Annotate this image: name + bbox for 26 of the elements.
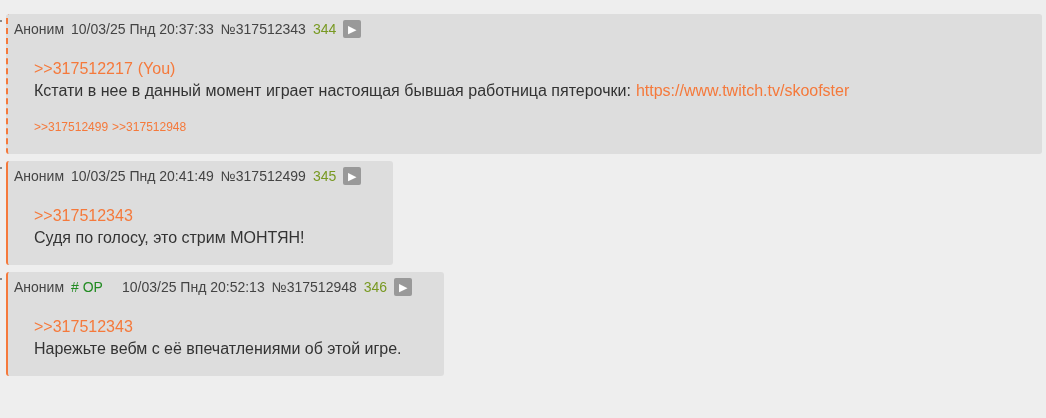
post-link[interactable]: https://www.twitch.tv/skoofster <box>635 80 850 102</box>
post-date: 10/03/25 Пнд 20:41:49 <box>71 167 214 185</box>
post-index: 346 <box>363 278 388 296</box>
quote-link[interactable]: >>317512217 <box>34 58 133 80</box>
you-marker: (You) <box>137 59 176 79</box>
quote-link[interactable]: >>317512343 <box>34 316 133 338</box>
poster-name: Аноним <box>14 278 65 296</box>
post-number[interactable]: №317512499 <box>220 167 306 185</box>
post-index: 344 <box>312 20 337 38</box>
play-button[interactable]: ▶ <box>343 167 362 185</box>
reply-link[interactable]: >>317512499 <box>34 116 109 138</box>
poster-name: Аноним <box>14 20 65 38</box>
post-date: 10/03/25 Пнд 20:37:33 <box>71 20 214 38</box>
quote-link[interactable]: >>317512343 <box>34 205 133 227</box>
post-text: Нарежьте вебм с её впечатлениями об этой игре. <box>34 339 402 359</box>
play-button[interactable]: ▶ <box>343 20 362 38</box>
play-button[interactable]: ▶ <box>394 278 413 296</box>
op-tag: # OP <box>71 278 103 296</box>
post-text: Кстати в нее в данный момент играет настоящая бывшая работница пятерочки: <box>34 81 631 101</box>
post-date: 10/03/25 Пнд 20:52:13 <box>121 278 265 296</box>
reply-link[interactable]: >>317512948 <box>112 116 187 138</box>
post-number[interactable]: №317512948 <box>271 278 357 296</box>
post-index: 345 <box>312 167 337 185</box>
post-number[interactable]: №317512343 <box>220 20 306 38</box>
post-text: Судя по голосу, это стрим МОНТЯН! <box>34 228 305 248</box>
poster-name: Аноним <box>14 167 65 185</box>
